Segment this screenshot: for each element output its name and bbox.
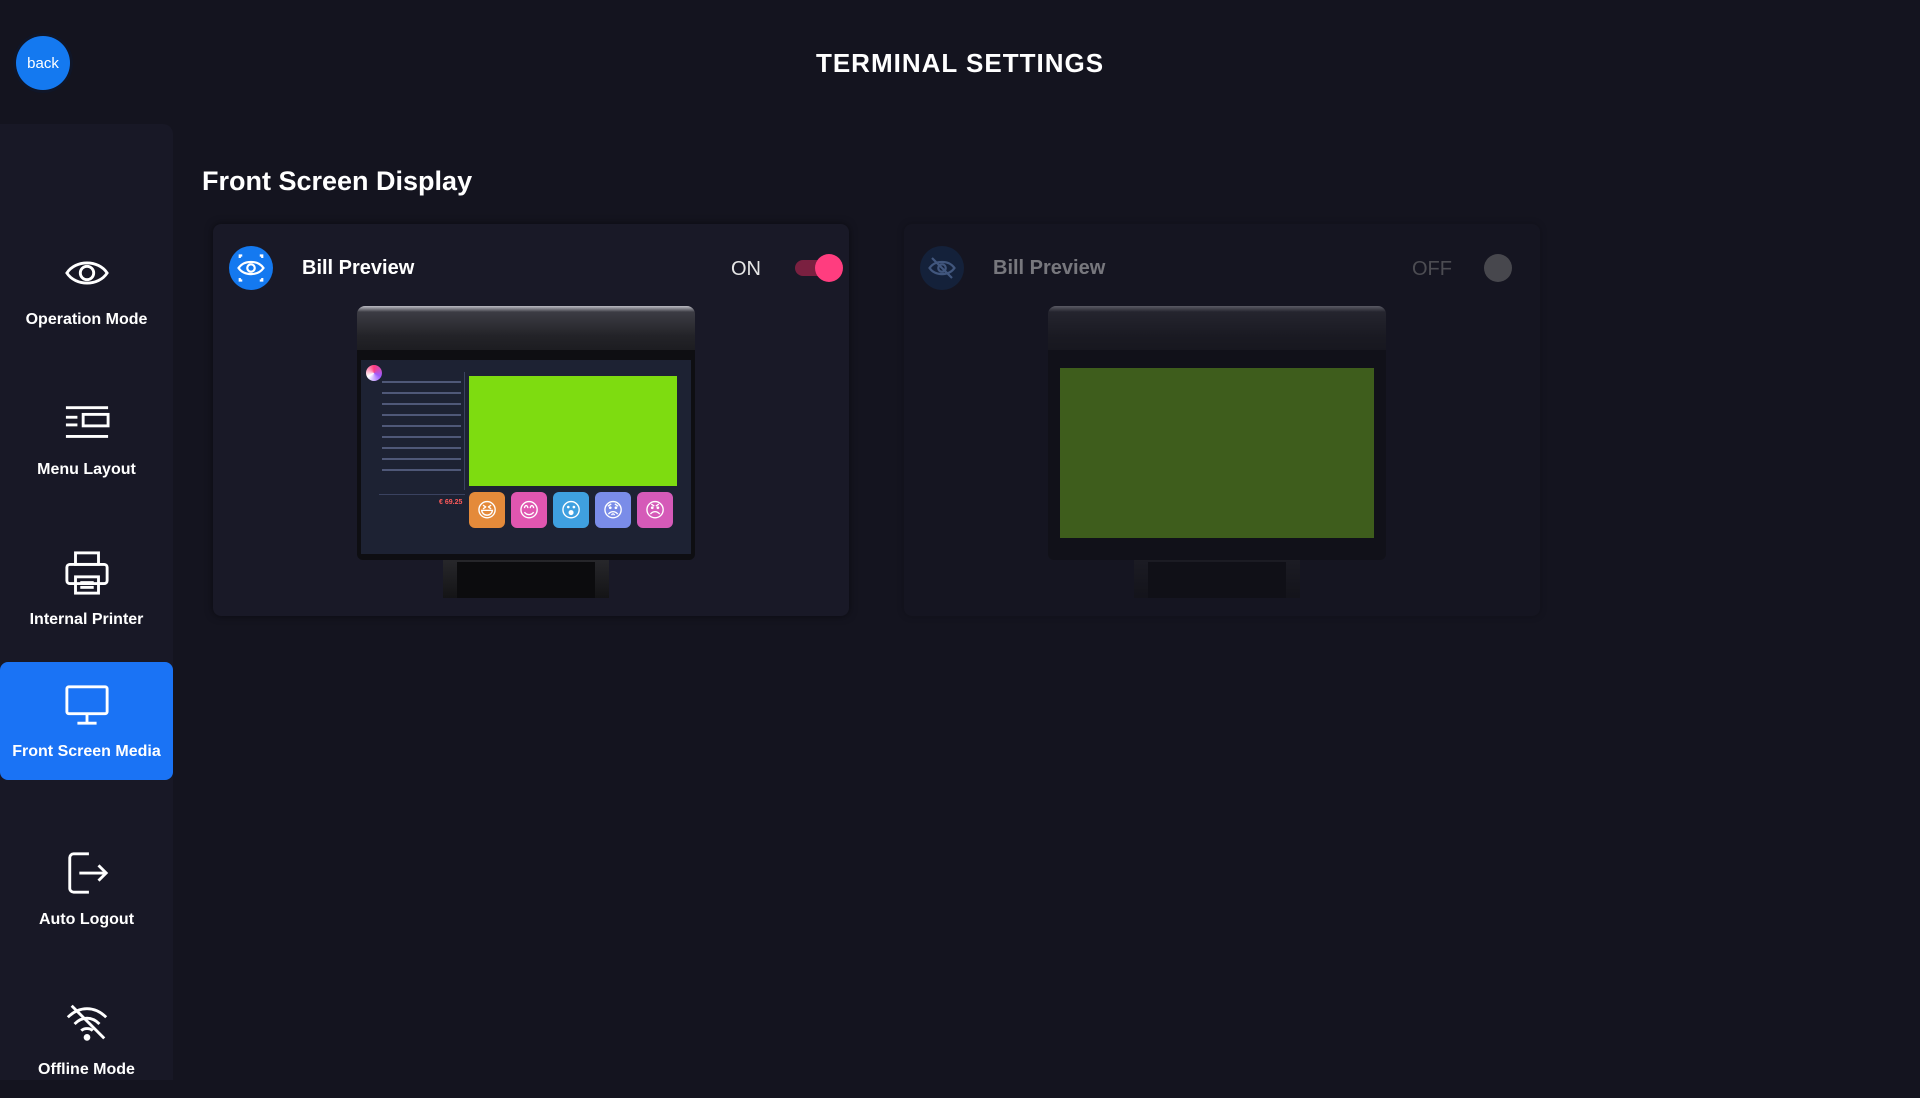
terminal-preview-image: € 69.25 😆 😊 😮 😟 😠 xyxy=(357,306,695,598)
smile-emoji-icon: 😊 xyxy=(511,492,547,528)
sidebar-item-operation-mode[interactable]: Operation Mode xyxy=(0,230,173,348)
wifi-off-icon xyxy=(64,1000,110,1051)
bill-preview-toggle[interactable] xyxy=(793,254,843,282)
bill-totals: € 69.25 xyxy=(379,494,465,538)
menu-layout-icon xyxy=(64,400,110,451)
sidebar-item-auto-logout[interactable]: Auto Logout xyxy=(0,830,173,948)
card-title: Bill Preview xyxy=(993,257,1106,279)
sidebar: Operation Mode Menu Layout Internal Prin… xyxy=(0,124,173,1080)
page-title: TERMINAL SETTINGS xyxy=(815,48,1105,78)
toggle-state-label: OFF xyxy=(1412,258,1452,280)
toggle-knob xyxy=(815,254,843,282)
sidebar-item-offline-mode[interactable]: Offline Mode xyxy=(0,980,173,1098)
sidebar-item-label: Offline Mode xyxy=(38,1060,135,1078)
sidebar-item-label: Auto Logout xyxy=(38,910,135,928)
bill-preview-card-off[interactable]: Bill Preview OFF xyxy=(904,224,1540,616)
preview-screen: € 69.25 😆 😊 😮 😟 😠 xyxy=(361,360,691,554)
terminal-preview-image xyxy=(1048,306,1386,598)
eye-icon xyxy=(229,246,273,290)
sidebar-item-label: Internal Printer xyxy=(29,610,144,628)
sidebar-item-front-screen-media[interactable]: Front Screen Media xyxy=(0,662,173,780)
angry-emoji-icon: 😠 xyxy=(637,492,673,528)
toggle-knob xyxy=(1484,254,1512,282)
sidebar-item-menu-layout[interactable]: Menu Layout xyxy=(0,380,173,498)
total-value: € 69.25 xyxy=(439,499,463,506)
sidebar-item-label: Menu Layout xyxy=(37,460,136,478)
logout-icon xyxy=(64,850,110,901)
laughing-emoji-icon: 😆 xyxy=(469,492,505,528)
eye-icon xyxy=(64,250,110,301)
toggle-state-label: ON xyxy=(731,258,761,280)
bill-preview-toggle[interactable] xyxy=(1462,254,1512,282)
eye-slash-icon xyxy=(920,246,964,290)
section-title: Front Screen Display xyxy=(202,166,473,196)
media-area xyxy=(1060,368,1374,538)
sidebar-item-internal-printer[interactable]: Internal Printer xyxy=(0,530,173,648)
sidebar-item-label: Operation Mode xyxy=(25,310,148,328)
monitor-icon xyxy=(64,682,110,733)
sad-emoji-icon: 😟 xyxy=(595,492,631,528)
bill-item-list xyxy=(379,372,465,490)
card-title: Bill Preview xyxy=(302,257,415,279)
media-area xyxy=(469,376,677,486)
bill-preview-card-on[interactable]: Bill Preview ON € 69.25 😆 😊 😮 😟 😠 xyxy=(213,224,849,616)
printer-icon xyxy=(64,550,110,601)
surprised-emoji-icon: 😮 xyxy=(553,492,589,528)
sidebar-item-label: Front Screen Media xyxy=(12,742,161,760)
